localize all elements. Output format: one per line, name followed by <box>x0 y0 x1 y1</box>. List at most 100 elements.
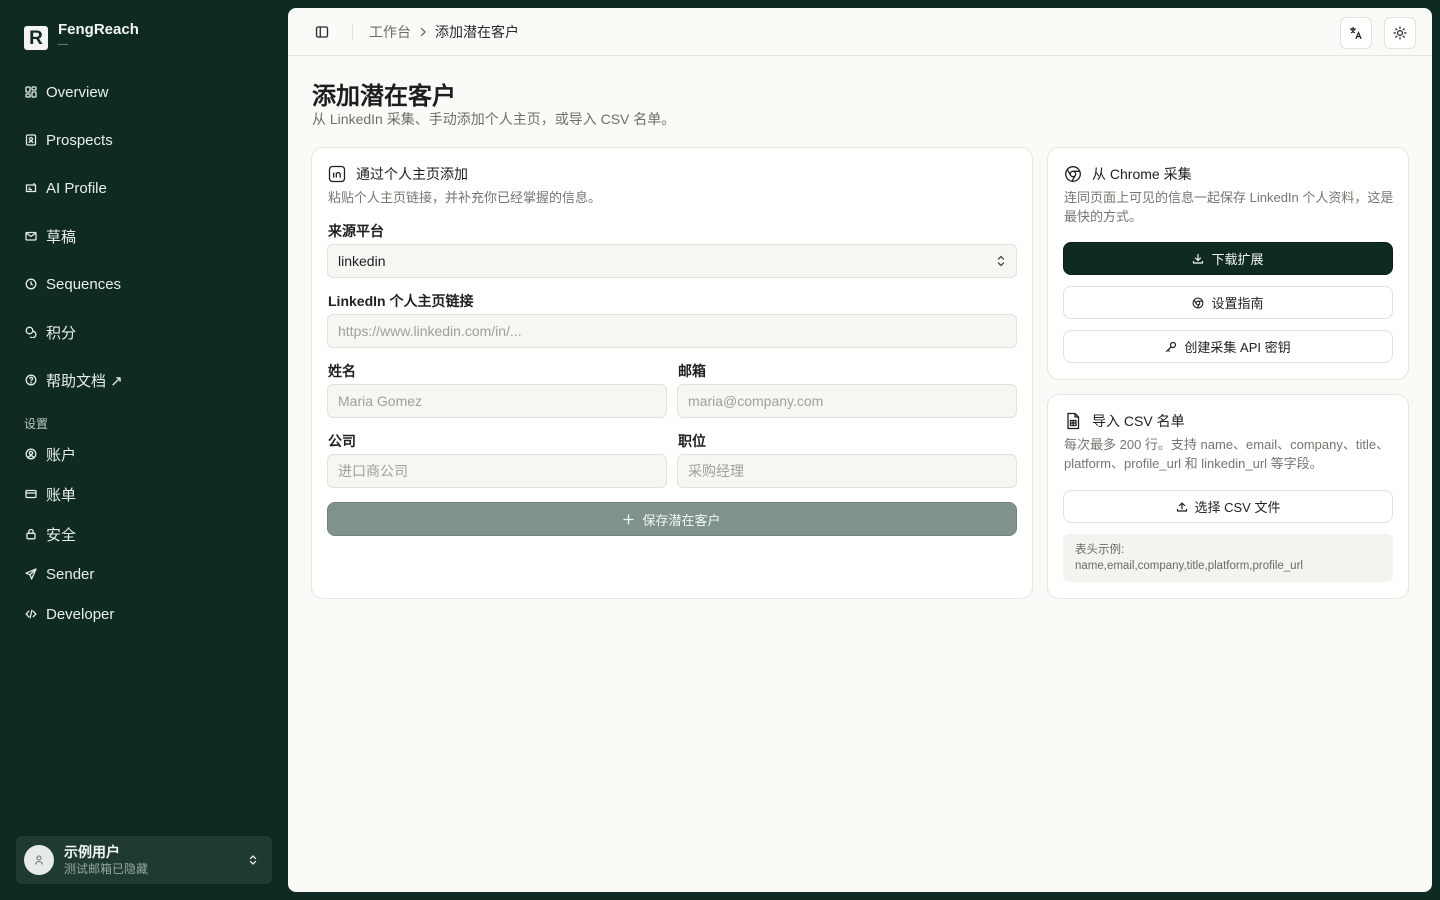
download-extension-label: 下载扩展 <box>1211 252 1264 267</box>
brand-subtitle: — <box>58 39 68 50</box>
user-menu[interactable]: 示例用户 测试邮箱已隐藏 <box>16 836 272 884</box>
panel-left-icon <box>315 25 329 38</box>
contact-book-icon <box>24 133 38 147</box>
grid-icon <box>24 85 38 99</box>
save-prospect-button[interactable]: 保存潜在客户 <box>327 502 1017 536</box>
sidebar-item-help-docs[interactable]: 帮助文档 ↗ <box>16 360 272 400</box>
sidebar-item-label: Developer <box>46 605 115 623</box>
sidebar-item-prospects[interactable]: Prospects <box>16 120 272 160</box>
sidebar-item-label: 账户 <box>46 446 77 464</box>
user-email: 测试邮箱已隐藏 <box>64 861 149 876</box>
platform-label: 来源平台 <box>328 223 384 239</box>
sidebar-item-label: Overview <box>46 83 109 101</box>
sidebar-item-drafts[interactable]: 草稿 <box>16 216 272 256</box>
sidebar-item-label: 账单 <box>46 486 77 504</box>
card-header: 通过个人主页添加 <box>328 164 468 184</box>
download-icon <box>1192 253 1204 265</box>
card-title: 导入 CSV 名单 <box>1092 413 1185 429</box>
sidebar-item-account[interactable]: 账户 <box>16 438 272 470</box>
user-icon <box>34 855 44 865</box>
mail-draft-icon <box>24 229 38 243</box>
profile-url-input[interactable]: https://www.linkedin.com/in/... <box>327 314 1017 348</box>
sidebar: R FengReach — Overview Prospects AI Prof… <box>0 0 288 900</box>
spreadsheet-file-icon <box>1064 412 1082 430</box>
sidebar-item-security[interactable]: 安全 <box>16 518 272 550</box>
card-description: 连同页面上可见的信息一起保存 LinkedIn 个人资料，这是最快的方式。 <box>1064 190 1394 224</box>
card-description: 每次最多 200 行。支持 name、email、company、title、p… <box>1064 437 1390 471</box>
breadcrumb: 工作台 添加潜在客户 <box>369 22 519 42</box>
card-title: 从 Chrome 采集 <box>1092 166 1192 182</box>
page-subtitle: 从 LinkedIn 采集、手动添加个人主页，或导入 CSV 名单。 <box>312 111 676 127</box>
user-circle-icon <box>24 447 38 461</box>
platform-select[interactable]: linkedin <box>327 244 1017 278</box>
sidebar-item-label: Sender <box>46 565 95 583</box>
sun-icon <box>1393 26 1407 40</box>
avatar <box>24 845 54 875</box>
linkedin-icon <box>328 165 346 183</box>
topbar: 工作台 添加潜在客户 <box>288 8 1432 56</box>
card-title: 通过个人主页添加 <box>356 166 468 182</box>
name-placeholder: Maria Gomez <box>338 393 423 409</box>
sidebar-toggle-button[interactable] <box>312 22 332 42</box>
job-title-input[interactable]: 采购经理 <box>677 454 1017 488</box>
main-panel: 工作台 添加潜在客户 添加潜在客户 从 LinkedIn 采集、手动添加个人主页… <box>288 8 1432 892</box>
brand-logo: R <box>24 26 48 50</box>
sidebar-item-developer[interactable]: Developer <box>16 598 272 630</box>
setup-guide-label: 设置指南 <box>1211 296 1264 311</box>
csv-import-card: 导入 CSV 名单 每次最多 200 行。支持 name、email、compa… <box>1047 394 1409 599</box>
profile-form-card: 通过个人主页添加 粘贴个人主页链接，并补充你已经掌握的信息。 来源平台 link… <box>311 147 1033 599</box>
choose-csv-button[interactable]: 选择 CSV 文件 <box>1063 490 1393 523</box>
sidebar-item-sender[interactable]: Sender <box>16 558 272 590</box>
sidebar-item-ai-profile[interactable]: AI Profile <box>16 168 272 208</box>
sidebar-item-label: Sequences <box>46 275 122 293</box>
sidebar-nav: Overview Prospects AI Profile 草稿 Sequenc… <box>16 72 272 638</box>
brand-name: FengReach <box>58 21 139 38</box>
profile-url-label: LinkedIn 个人主页链接 <box>328 293 474 309</box>
theme-toggle-button[interactable] <box>1384 17 1416 49</box>
create-api-key-button[interactable]: 创建采集 API 密钥 <box>1063 330 1393 363</box>
key-icon <box>1165 341 1177 353</box>
send-icon <box>24 567 38 581</box>
company-label: 公司 <box>328 433 356 449</box>
company-placeholder: 进口商公司 <box>338 463 408 479</box>
sidebar-item-billing[interactable]: 账单 <box>16 478 272 510</box>
email-input[interactable]: maria@company.com <box>677 384 1017 418</box>
brand[interactable]: R FengReach — <box>24 20 139 50</box>
ai-profile-icon <box>24 181 38 195</box>
divider <box>352 22 353 41</box>
sidebar-item-label: 草稿 <box>46 228 77 246</box>
setup-guide-button[interactable]: 设置指南 <box>1063 286 1393 319</box>
chrome-icon <box>1192 297 1204 309</box>
chevrons-up-down-icon <box>996 254 1006 268</box>
chrome-capture-card: 从 Chrome 采集 连同页面上可见的信息一起保存 LinkedIn 个人资料… <box>1047 147 1409 380</box>
chrome-icon <box>1064 165 1082 183</box>
download-extension-button[interactable]: 下载扩展 <box>1063 242 1393 275</box>
clock-icon <box>24 277 38 291</box>
sidebar-item-label: 安全 <box>46 526 77 544</box>
email-placeholder: maria@company.com <box>688 393 824 409</box>
sidebar-item-label: 帮助文档 ↗ <box>46 372 123 390</box>
name-label: 姓名 <box>328 363 356 379</box>
user-name: 示例用户 <box>64 843 120 860</box>
chevron-right-icon <box>419 27 427 37</box>
sidebar-item-label: 积分 <box>46 324 77 342</box>
code-icon <box>24 607 38 621</box>
language-icon <box>1349 26 1362 40</box>
breadcrumb-workspace[interactable]: 工作台 <box>369 22 411 42</box>
sidebar-item-label: AI Profile <box>46 179 107 197</box>
language-button[interactable] <box>1340 17 1372 49</box>
name-input[interactable]: Maria Gomez <box>327 384 667 418</box>
card-header: 从 Chrome 采集 <box>1064 164 1192 184</box>
email-label: 邮箱 <box>678 363 706 379</box>
plus-icon <box>623 513 635 525</box>
sidebar-item-credits[interactable]: 积分 <box>16 312 272 352</box>
sidebar-item-sequences[interactable]: Sequences <box>16 264 272 304</box>
platform-value: linkedin <box>338 253 386 269</box>
company-input[interactable]: 进口商公司 <box>327 454 667 488</box>
job-title-label: 职位 <box>678 433 706 449</box>
save-prospect-label: 保存潜在客户 <box>642 512 721 528</box>
csv-example-heading: 表头示例: <box>1075 544 1125 556</box>
sidebar-item-overview[interactable]: Overview <box>16 72 272 112</box>
credit-card-icon <box>24 487 38 501</box>
page-title: 添加潜在客户 <box>312 83 456 110</box>
